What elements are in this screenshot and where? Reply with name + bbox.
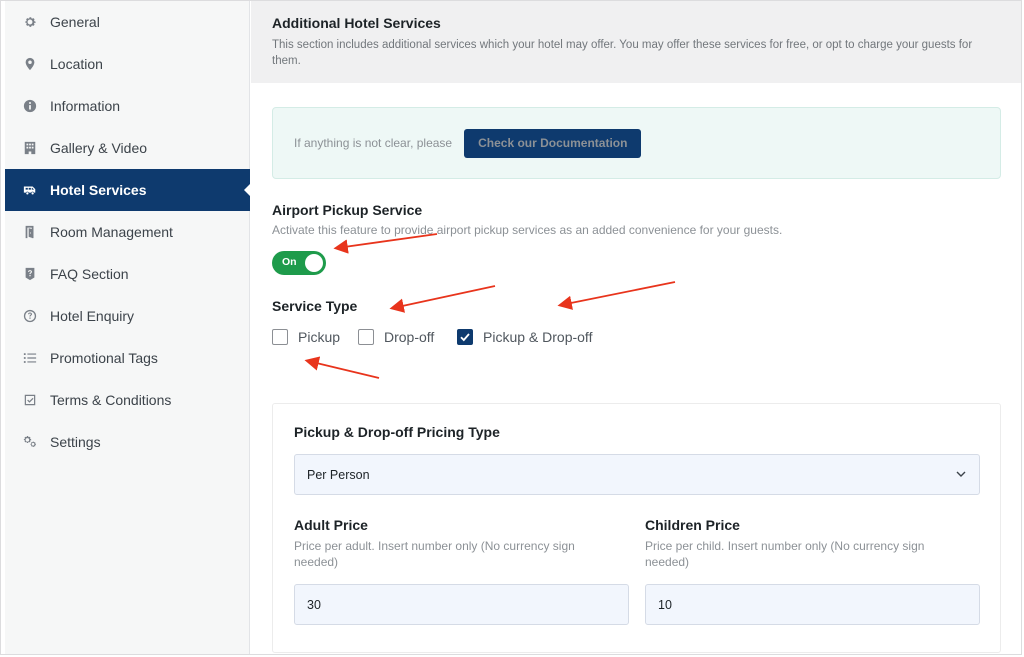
adult-price-input[interactable]: 30 <box>294 584 629 625</box>
pricing-type-value: Per Person <box>307 467 370 482</box>
help-circle-icon <box>23 309 37 323</box>
airport-pickup-toggle[interactable]: On <box>272 251 326 275</box>
dropoff-label: Drop-off <box>384 329 435 345</box>
page-description: This section includes additional service… <box>272 39 973 67</box>
adult-price-description: Price per adult. Insert number only (No … <box>294 539 575 569</box>
page-title: Additional Hotel Services <box>272 15 441 31</box>
sidebar-item-terms-conditions[interactable]: Terms & Conditions <box>5 379 250 421</box>
children-price-label: Children Price <box>645 517 740 533</box>
sidebar-item-hotel-enquiry[interactable]: Hotel Enquiry <box>5 295 250 337</box>
sidebar-item-label: Terms & Conditions <box>50 392 172 408</box>
sidebar-item-room-management[interactable]: Room Management <box>5 211 250 253</box>
sidebar-item-faq-section[interactable]: FAQ Section <box>5 253 250 295</box>
checkbox-icon <box>23 393 37 407</box>
gear-icon <box>23 15 37 29</box>
sidebar-item-location[interactable]: Location <box>5 43 250 85</box>
arrow-to-pickup-dropoff <box>557 281 676 310</box>
check-documentation-button[interactable]: Check our Documentation <box>464 128 642 158</box>
door-icon <box>23 225 37 239</box>
airport-pickup-title: Airport Pickup Service <box>272 202 423 218</box>
sidebar-item-settings[interactable]: Settings <box>5 421 250 463</box>
service-type-title: Service Type <box>272 298 358 314</box>
pickup-checkbox-option[interactable]: Pickup <box>272 329 340 345</box>
app-window: General Location Information Gallery & V… <box>0 0 1022 655</box>
documentation-notice: If anything is not clear, please Check o… <box>272 107 1001 179</box>
toggle-knob <box>305 254 323 272</box>
pickup-dropoff-label: Pickup & Drop-off <box>483 329 593 345</box>
map-pin-icon <box>23 57 37 71</box>
sidebar-item-label: FAQ Section <box>50 266 129 282</box>
sidebar-item-label: Information <box>50 98 121 114</box>
question-badge-icon <box>23 267 37 281</box>
sidebar-item-information[interactable]: Information <box>5 85 250 127</box>
arrow-to-service-type <box>389 285 496 313</box>
pickup-label: Pickup <box>298 329 341 345</box>
children-price-description: Price per child. Insert number only (No … <box>645 539 925 569</box>
sidebar-item-label: Gallery & Video <box>50 140 148 156</box>
pickup-checkbox[interactable] <box>272 329 288 345</box>
sidebar-item-label: Hotel Services <box>50 182 147 198</box>
info-icon <box>23 99 37 113</box>
adult-price-label: Adult Price <box>294 517 368 533</box>
sidebar-item-label: Promotional Tags <box>50 350 158 366</box>
sidebar-item-gallery-video[interactable]: Gallery & Video <box>5 127 250 169</box>
section-header: Additional Hotel Services This section i… <box>251 1 1021 83</box>
list-icon <box>23 351 37 365</box>
sidebar-item-label: Hotel Enquiry <box>50 308 135 324</box>
airport-pickup-description: Activate this feature to provide airport… <box>272 223 783 237</box>
building-icon <box>23 141 37 155</box>
active-indicator <box>244 183 251 197</box>
arrow-to-pickup <box>304 356 380 379</box>
chevron-down-icon <box>956 471 966 477</box>
sidebar-item-label: Settings <box>50 434 101 450</box>
sidebar: General Location Information Gallery & V… <box>5 1 251 654</box>
pickup-dropoff-checkbox-option[interactable]: Pickup & Drop-off <box>457 329 592 345</box>
sidebar-item-label: Location <box>50 56 103 72</box>
dropoff-checkbox[interactable] <box>358 329 374 345</box>
pricing-type-select[interactable]: Per Person <box>294 454 980 495</box>
notice-text: If anything is not clear, please <box>294 136 453 150</box>
adult-price-value: 30 <box>307 597 321 612</box>
pickup-dropoff-checkbox[interactable] <box>457 329 473 345</box>
checkmark-icon <box>460 333 470 342</box>
pricing-type-title: Pickup & Drop-off Pricing Type <box>294 424 500 440</box>
dropoff-checkbox-option[interactable]: Drop-off <box>358 329 434 345</box>
toggle-label: On <box>282 256 297 268</box>
gears-icon <box>23 435 37 449</box>
sidebar-item-promotional-tags[interactable]: Promotional Tags <box>5 337 250 379</box>
sidebar-item-hotel-services[interactable]: Hotel Services <box>5 169 251 211</box>
van-icon <box>23 183 37 197</box>
sidebar-item-label: General <box>50 14 100 30</box>
children-price-input[interactable]: 10 <box>645 584 980 625</box>
sidebar-item-general[interactable]: General <box>5 1 250 43</box>
sidebar-item-label: Room Management <box>50 224 173 240</box>
children-price-value: 10 <box>658 597 672 612</box>
